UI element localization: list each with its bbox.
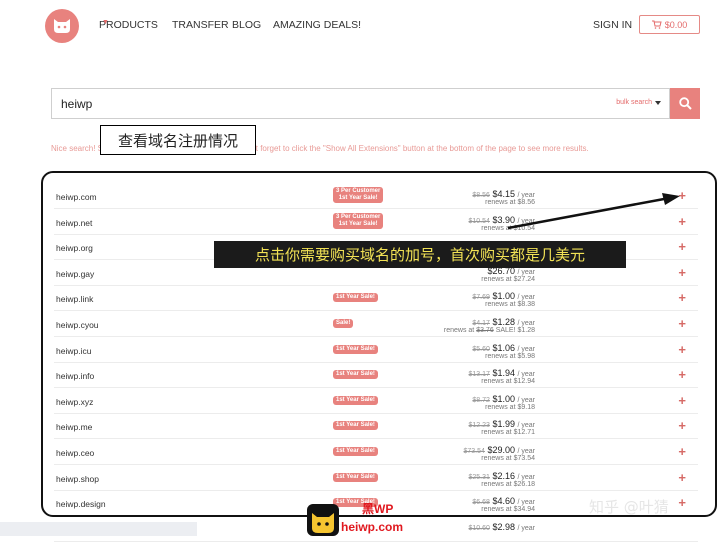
zhihu-watermark: 知乎 @叶猜 bbox=[589, 498, 669, 516]
watermark-logo bbox=[307, 504, 339, 536]
watermark-site-cn: 黑WP bbox=[362, 502, 394, 516]
cat-face-icon bbox=[312, 513, 334, 533]
annotation-click-plus: 点击你需要购买域名的加号，首次购买都是几美元 bbox=[214, 241, 626, 268]
browser-bottom-bar bbox=[0, 522, 197, 536]
annotation-arrow bbox=[507, 193, 680, 230]
watermark-site: heiwp.com bbox=[341, 520, 404, 534]
